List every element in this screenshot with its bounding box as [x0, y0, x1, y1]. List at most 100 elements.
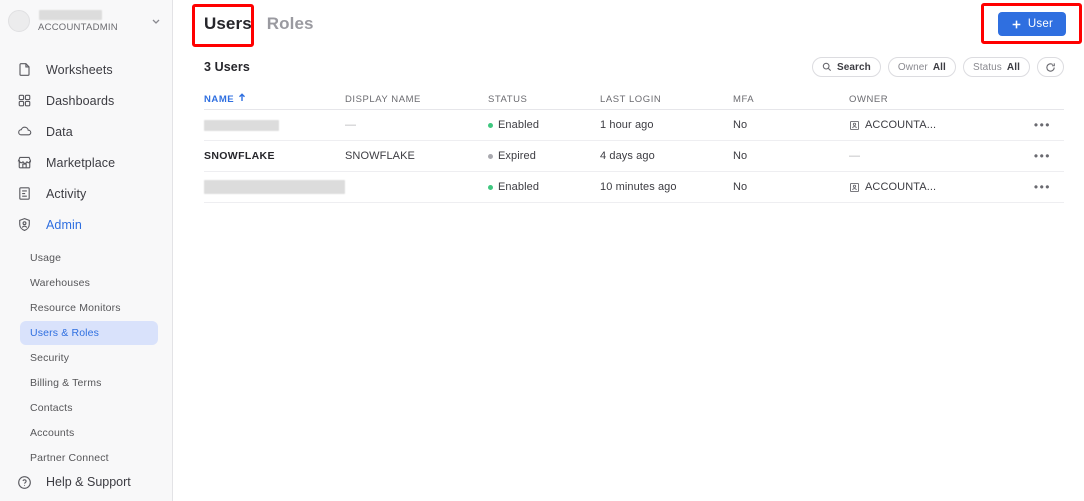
column-header-status[interactable]: STATUS	[488, 94, 600, 105]
cell-display-name: SNOWFLAKE	[345, 150, 415, 162]
table-row[interactable]: — Enabled 1 hour ago No ACCOUNTA... •••	[204, 110, 1064, 141]
column-header-mfa[interactable]: MFA	[733, 94, 849, 105]
sidebar-subitem-label: Usage	[30, 252, 62, 264]
sidebar-item-label: Dashboards	[46, 93, 115, 108]
sidebar-item-admin[interactable]: Admin	[8, 209, 164, 240]
refresh-button[interactable]	[1037, 57, 1064, 77]
search-icon	[822, 62, 832, 72]
refresh-icon	[1045, 62, 1056, 73]
tab-users[interactable]: Users	[204, 14, 252, 48]
sidebar-item-contacts[interactable]: Contacts	[20, 396, 158, 420]
name-redacted	[204, 119, 279, 131]
sidebar-item-activity[interactable]: Activity	[8, 178, 164, 209]
cell-status: Expired	[488, 150, 600, 162]
sidebar-item-worksheets[interactable]: Worksheets	[8, 54, 164, 85]
account-role-label: ACCOUNTADMIN	[38, 22, 118, 33]
cell-mfa: No	[733, 181, 748, 193]
column-label: STATUS	[488, 93, 528, 105]
toolbar-actions: Search Owner All Status All	[811, 57, 1064, 77]
sidebar-subitem-label: Resource Monitors	[30, 302, 121, 314]
toolbar: 3 Users Search Owner All Status All	[173, 53, 1084, 81]
sidebar-item-warehouses[interactable]: Warehouses	[20, 271, 158, 295]
kebab-icon[interactable]: •••	[1034, 150, 1051, 162]
sidebar-item-security[interactable]: Security	[20, 346, 158, 370]
users-table: NAME DISPLAY NAME STATUS LAST LOGIN MFA	[173, 89, 1084, 203]
shield-person-icon	[16, 216, 33, 233]
status-dot	[488, 153, 493, 159]
cell-actions: •••	[1014, 119, 1064, 131]
owner-filter-label: Owner	[897, 61, 928, 73]
column-label: OWNER	[849, 93, 889, 105]
cloud-icon	[16, 123, 33, 140]
snowflake-admin-users-page: ACCOUNTADMIN Worksheets Dashboards Data …	[0, 0, 1084, 501]
avatar	[8, 10, 30, 32]
cell-display-name: —	[345, 119, 357, 131]
tab-label: Roles	[266, 14, 314, 33]
column-label: NAME	[204, 93, 235, 105]
table-body: — Enabled 1 hour ago No ACCOUNTA... ••• …	[204, 110, 1064, 203]
owner-label: ACCOUNTA...	[865, 119, 937, 131]
owner-label: ACCOUNTA...	[865, 181, 937, 193]
cell-owner: —	[849, 150, 861, 162]
sidebar-item-label: Help & Support	[46, 475, 131, 489]
column-header-owner[interactable]: OWNER	[849, 94, 1014, 105]
sidebar-subitem-label: Contacts	[30, 402, 73, 414]
sidebar-subitem-label: Security	[30, 352, 70, 364]
badge-icon	[849, 182, 860, 193]
sidebar-item-users-and-roles[interactable]: Users & Roles	[20, 321, 158, 345]
table-header-row: NAME DISPLAY NAME STATUS LAST LOGIN MFA	[204, 89, 1064, 110]
status-label: Enabled	[498, 119, 540, 131]
add-user-label: User	[1027, 18, 1053, 30]
search-button[interactable]: Search	[811, 57, 881, 77]
grid-icon	[16, 92, 33, 109]
column-header-display-name[interactable]: DISPLAY NAME	[345, 94, 488, 105]
sidebar-subitem-label: Warehouses	[30, 277, 91, 289]
sidebar-item-dashboards[interactable]: Dashboards	[8, 85, 164, 116]
cell-name	[204, 119, 345, 131]
column-header-last-login[interactable]: LAST LOGIN	[600, 94, 733, 105]
chevron-down-icon[interactable]	[150, 15, 162, 27]
arrow-up-icon	[238, 93, 246, 105]
tab-roles[interactable]: Roles	[267, 14, 314, 48]
status-filter-button[interactable]: Status All	[962, 57, 1030, 77]
column-label: DISPLAY NAME	[345, 93, 421, 105]
storefront-icon	[16, 154, 33, 171]
name-redacted	[204, 180, 345, 194]
sidebar-item-help-and-support[interactable]: Help & Support	[0, 467, 173, 497]
account-switcher[interactable]: ACCOUNTADMIN	[0, 0, 172, 42]
status-label: Enabled	[498, 181, 540, 193]
sidebar-subitem-label: Billing & Terms	[30, 377, 102, 389]
cell-last-login: 1 hour ago	[600, 119, 654, 131]
add-user-button[interactable]: User	[997, 12, 1066, 36]
sidebar-item-usage[interactable]: Usage	[20, 246, 158, 270]
status-dot	[488, 184, 493, 190]
column-label: MFA	[733, 93, 755, 105]
search-label: Search	[836, 61, 871, 73]
status-label: Expired	[498, 150, 536, 162]
sidebar-item-accounts[interactable]: Accounts	[20, 421, 158, 445]
sidebar-item-billing-and-terms[interactable]: Billing & Terms	[20, 371, 158, 395]
cell-actions: •••	[1014, 181, 1064, 193]
cell-owner: ACCOUNTA...	[849, 119, 1014, 131]
sidebar-item-resource-monitors[interactable]: Resource Monitors	[20, 296, 158, 320]
cell-status: Enabled	[488, 119, 600, 131]
table-row[interactable]: Enabled 10 minutes ago No ACCOUNTA... ••…	[204, 172, 1064, 203]
kebab-icon[interactable]: •••	[1034, 119, 1051, 131]
sidebar: ACCOUNTADMIN Worksheets Dashboards Data …	[0, 0, 173, 501]
cell-last-login: 10 minutes ago	[600, 181, 677, 193]
activity-list-icon	[16, 185, 33, 202]
column-header-name[interactable]: NAME	[204, 93, 345, 105]
kebab-icon[interactable]: •••	[1034, 181, 1051, 193]
tab-bar: Users Roles	[173, 0, 1084, 48]
sidebar-item-marketplace[interactable]: Marketplace	[8, 147, 164, 178]
cell-actions: •••	[1014, 150, 1064, 162]
sidebar-item-label: Activity	[46, 186, 87, 201]
account-info: ACCOUNTADMIN	[38, 9, 142, 33]
cell-status: Enabled	[488, 181, 600, 193]
plus-icon	[1011, 19, 1022, 30]
table-row[interactable]: SNOWFLAKE SNOWFLAKE Expired 4 days ago N…	[204, 141, 1064, 172]
sidebar-item-label: Admin	[46, 217, 82, 232]
cell-mfa: No	[733, 119, 748, 131]
owner-filter-button[interactable]: Owner All	[887, 57, 956, 77]
sidebar-item-data[interactable]: Data	[8, 116, 164, 147]
